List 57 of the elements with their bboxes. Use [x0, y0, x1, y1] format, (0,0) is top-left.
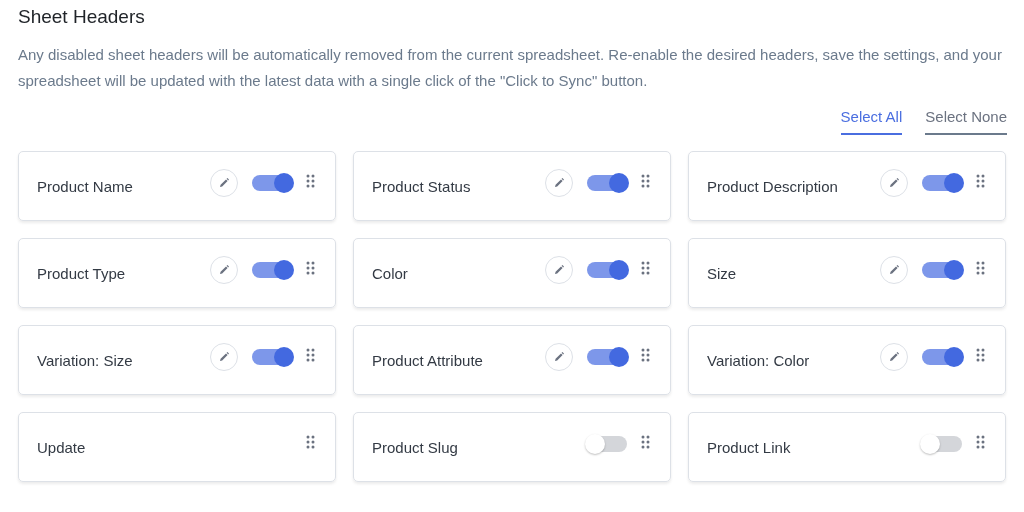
drag-handle-icon[interactable]: [306, 261, 315, 275]
pencil-icon: [218, 264, 230, 276]
header-label: Product Link: [707, 438, 791, 456]
toggle-switch[interactable]: [250, 260, 294, 280]
edit-button[interactable]: [210, 169, 238, 197]
drag-handle-icon[interactable]: [641, 435, 650, 449]
header-label: Update: [37, 438, 86, 456]
toggle-switch[interactable]: [250, 347, 294, 367]
drag-handle-icon[interactable]: [641, 348, 650, 362]
description: Any disabled sheet headers will be automatically removed from the current spreadsheet. Re-enable the desired headers, save the settings, and your spreadsheet will be updated with the latest data with a single click of the "Click to Sync" button.: [18, 45, 1003, 91]
drag-handle-icon[interactable]: [306, 435, 315, 449]
drag-handle-icon[interactable]: [306, 348, 315, 362]
edit-button[interactable]: [210, 343, 238, 371]
toggle-switch[interactable]: [585, 434, 629, 454]
toggle-switch[interactable]: [920, 347, 964, 367]
drag-handle-icon[interactable]: [641, 174, 650, 188]
toggle-switch[interactable]: [585, 347, 629, 367]
drag-handle-icon[interactable]: [976, 435, 985, 449]
drag-handle-icon[interactable]: [306, 174, 315, 188]
select-link[interactable]: Select All: [840, 108, 903, 135]
header-label: Product Name: [37, 177, 133, 195]
header-label: Product Type: [37, 264, 126, 282]
drag-handle-icon[interactable]: [976, 348, 985, 362]
edit-button[interactable]: [880, 169, 908, 197]
pencil-icon: [218, 177, 230, 189]
pencil-icon: [218, 351, 230, 363]
header-label: Product Description: [707, 177, 838, 195]
header-label: Product Attribute: [372, 351, 483, 369]
header-label: Variation: Color: [707, 351, 810, 369]
toggle-switch[interactable]: [585, 173, 629, 193]
toggle-switch[interactable]: [920, 260, 964, 280]
toggle-switch[interactable]: [250, 173, 294, 193]
header-label: Product Slug: [372, 438, 458, 456]
header-label: Color: [372, 264, 408, 282]
drag-handle-icon[interactable]: [976, 261, 985, 275]
select-link[interactable]: Select None: [925, 108, 1007, 135]
drag-handle-icon[interactable]: [641, 261, 650, 275]
pencil-icon: [553, 177, 565, 189]
header-label: Size: [707, 264, 737, 282]
toggle-switch[interactable]: [920, 434, 964, 454]
edit-button[interactable]: [545, 169, 573, 197]
edit-button[interactable]: [210, 256, 238, 284]
pencil-icon: [553, 351, 565, 363]
header-label: Product Status: [372, 177, 471, 195]
pencil-icon: [888, 351, 900, 363]
pencil-icon: [888, 177, 900, 189]
edit-button[interactable]: [880, 343, 908, 371]
drag-handle-icon[interactable]: [976, 174, 985, 188]
edit-button[interactable]: [880, 256, 908, 284]
toggle-switch[interactable]: [920, 173, 964, 193]
header-label: Variation: Size: [37, 351, 133, 369]
section-title: Sheet Headers: [18, 6, 146, 28]
pencil-icon: [888, 264, 900, 276]
edit-button[interactable]: [545, 343, 573, 371]
toggle-switch[interactable]: [585, 260, 629, 280]
edit-button[interactable]: [545, 256, 573, 284]
pencil-icon: [553, 264, 565, 276]
